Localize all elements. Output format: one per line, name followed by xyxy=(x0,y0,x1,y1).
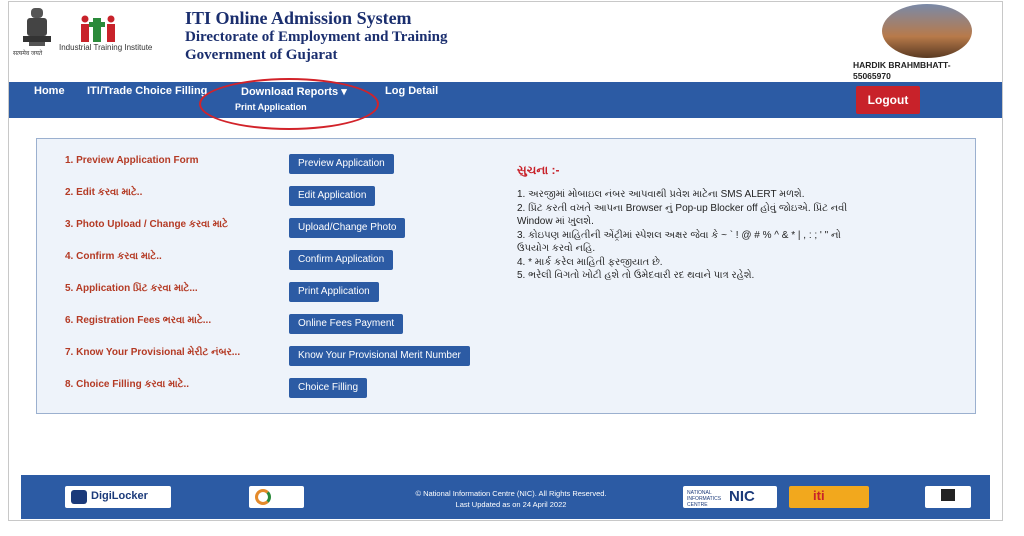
browser-window: सत्यमेव जयते Industrial Training Institu… xyxy=(8,1,1003,521)
last-updated-text: Last Updated as on 24 April 2022 xyxy=(455,500,567,509)
application-panel: 1. Preview Application Form Preview Appl… xyxy=(36,138,976,414)
emblem-caption: सत्यमेव जयते xyxy=(13,51,43,57)
step-label: 4. Confirm કરવા માટે.. xyxy=(65,251,162,262)
notice-line: 1. અરજીમાં મોબાઇલ નંબર આપવાથી પ્રવેશ માટ… xyxy=(517,189,805,200)
copyright-text: © National Information Centre (NIC). All… xyxy=(415,489,607,498)
notice-line: ઉપયોગ કરવો નહિ. xyxy=(517,243,596,254)
nav-log-detail[interactable]: Log Detail xyxy=(385,85,438,97)
site-header: सत्यमेव जयते Industrial Training Institu… xyxy=(9,2,1002,82)
user-id: 55065970 xyxy=(853,71,891,81)
notice-box: સુચના :- 1. અરજીમાં મોબાઇલ નંબર આપવાથી પ… xyxy=(517,163,957,283)
logout-button[interactable]: Logout xyxy=(856,86,920,114)
upload-change-photo-button[interactable]: Upload/Change Photo xyxy=(289,218,406,238)
user-avatar xyxy=(882,4,972,58)
ditech-link[interactable] xyxy=(925,486,971,508)
cloud-lock-icon xyxy=(71,490,87,504)
notice-line: 4. * માર્ક કરેલ માહિતી ફરજીયાત છે. xyxy=(517,256,663,268)
main-nav: Home ITI/Trade Choice Filling Download R… xyxy=(9,82,1002,118)
choice-filling-button[interactable]: Choice Filling xyxy=(289,378,368,398)
title-block: ITI Online Admission System Directorate … xyxy=(185,8,448,64)
nav-home[interactable]: Home xyxy=(34,85,65,97)
nav-iti-trade-choice[interactable]: ITI/Trade Choice Filling xyxy=(87,85,207,97)
department-title: Directorate of Employment and Training xyxy=(185,29,448,45)
nic-link[interactable]: NATIONAL INFORMATICS CENTRE NIC xyxy=(683,486,777,508)
notice-line: Window માં ખુલશે. xyxy=(517,216,594,227)
step-label: 6. Registration Fees ભરવા માટે... xyxy=(65,315,212,326)
notice-line: 5. ભરેલી વિગતો ખોટી હશે તો ઉમેદવારી રદ થ… xyxy=(517,270,755,281)
online-fees-payment-button[interactable]: Online Fees Payment xyxy=(289,314,404,334)
confirm-application-button[interactable]: Confirm Application xyxy=(289,250,394,270)
step-label: 5. Application પ્રિંટ કરવા માટે... xyxy=(65,283,198,294)
user-name: HARDIK BRAHMBHATT- xyxy=(853,60,951,70)
digilocker-label: DigiLocker xyxy=(91,490,148,502)
step-label: 8. Choice Filling કરવા માટે.. xyxy=(65,379,190,390)
notice-line: 2. પ્રિંટ કરતી વખતે આપના Browser નું Pop… xyxy=(517,202,848,214)
iti-logo-icon xyxy=(81,15,115,42)
highlight-annotation xyxy=(199,78,379,130)
iti-footer-label: iti xyxy=(813,488,825,503)
iti-footer-link[interactable]: iti xyxy=(789,486,869,508)
step-label: 7. Know Your Provisional મેરીટ નંબર... xyxy=(65,347,241,358)
page-frame: सत्यमेव जयते Industrial Training Institu… xyxy=(0,0,1024,536)
digital-india-icon xyxy=(255,489,271,505)
footer-copyright: © National Information Centre (NIC). All… xyxy=(381,488,641,510)
preview-application-button[interactable]: Preview Application xyxy=(289,154,394,174)
edit-application-button[interactable]: Edit Application xyxy=(289,186,376,206)
step-label: 2. Edit કરવા માટે.. xyxy=(65,187,143,198)
nic-caption: NATIONAL INFORMATICS CENTRE xyxy=(687,490,722,508)
site-footer: DigiLocker © National Information Centre… xyxy=(21,475,990,519)
print-application-button[interactable]: Print Application xyxy=(289,282,379,302)
notice-title: સુચના :- xyxy=(517,163,560,177)
page-title: ITI Online Admission System xyxy=(185,8,412,28)
iti-caption: Industrial Training Institute xyxy=(59,43,153,52)
step-label: 1. Preview Application Form xyxy=(65,155,199,166)
provisional-merit-number-button[interactable]: Know Your Provisional Merit Number xyxy=(289,346,470,366)
notice-line: 3. કોઇપણ માહિતીની એંટ્રીમાં સ્પેશલ અક્ષર… xyxy=(517,229,841,241)
digital-india-link[interactable] xyxy=(249,486,304,508)
digilocker-link[interactable]: DigiLocker xyxy=(65,486,171,508)
step-label: 3. Photo Upload / Change કરવા માટે xyxy=(65,219,228,230)
nic-label: NIC xyxy=(729,488,755,505)
government-title: Government of Gujarat xyxy=(185,47,338,63)
ditech-icon xyxy=(941,489,955,501)
